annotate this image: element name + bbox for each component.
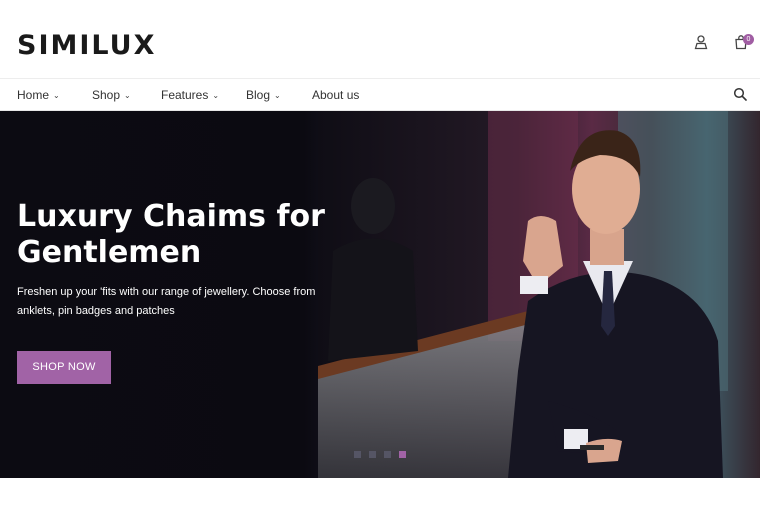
hero-description: Freshen up your 'fits with our range of … xyxy=(17,286,316,317)
slider-dot-3[interactable] xyxy=(384,451,391,458)
nav-item-label: Features xyxy=(161,88,209,102)
slider-pagination xyxy=(354,451,406,458)
hero-title: Luxury Chaims for Gentlemen xyxy=(17,199,325,270)
nav-item-blog[interactable]: Blog ⌄ xyxy=(246,88,281,102)
user-icon[interactable] xyxy=(693,34,709,50)
nav-item-about-us[interactable]: About us xyxy=(312,88,359,102)
hero-model-image xyxy=(318,111,760,478)
slider-dot-1[interactable] xyxy=(354,451,361,458)
site-logo[interactable]: SIMILUX xyxy=(17,30,156,61)
nav-item-label: About us xyxy=(312,88,360,102)
hero-slider: Luxury Chaims for Gentlemen Freshen up y… xyxy=(0,111,760,478)
site-header: SIMILUX 0 xyxy=(0,0,760,78)
slider-dot-4[interactable] xyxy=(399,451,406,458)
nav-item-label: Home xyxy=(17,88,50,102)
chevron-down-icon: ⌄ xyxy=(274,91,281,100)
chevron-down-icon: ⌄ xyxy=(53,91,60,100)
nav-item-features[interactable]: Features ⌄ xyxy=(161,88,219,102)
chevron-down-icon: ⌄ xyxy=(124,91,131,100)
cart-count-badge: 0 xyxy=(743,34,754,45)
search-icon[interactable] xyxy=(733,87,747,101)
nav-item-label: Shop xyxy=(92,88,121,102)
main-nav: Home ⌄ Shop ⌄ Features ⌄ Blog ⌄ About us xyxy=(0,78,760,111)
chevron-down-icon: ⌄ xyxy=(212,91,220,100)
nav-item-label: Blog xyxy=(246,88,271,102)
slider-dot-2[interactable] xyxy=(369,451,376,458)
nav-item-shop[interactable]: Shop ⌄ xyxy=(92,88,131,102)
shop-now-button[interactable]: Shop now xyxy=(17,351,111,384)
nav-item-home[interactable]: Home ⌄ xyxy=(17,88,60,102)
